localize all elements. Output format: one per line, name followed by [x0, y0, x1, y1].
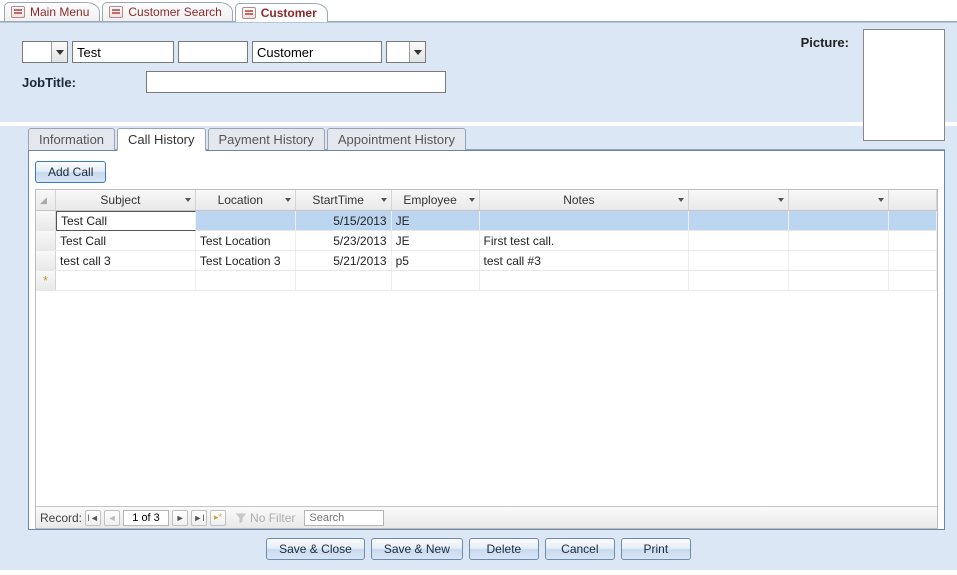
cell-subject[interactable]: Test Call: [56, 211, 196, 231]
filter-indicator: No Filter: [235, 511, 295, 525]
cell-notes[interactable]: test call #3: [480, 251, 690, 270]
window-tab-customer[interactable]: Customer: [235, 3, 328, 22]
cell-location[interactable]: Test Location 3: [196, 251, 296, 270]
cancel-button[interactable]: Cancel: [545, 538, 615, 560]
cell-empty[interactable]: [689, 231, 789, 250]
window-tab-label: Customer Search: [128, 5, 221, 19]
col-starttime[interactable]: StartTime: [296, 190, 392, 210]
col-employee[interactable]: Employee: [392, 190, 480, 210]
grid-header: ◢ Subject Location StartTime Employee No…: [36, 190, 937, 211]
cell-subject[interactable]: test call 3: [56, 251, 196, 270]
last-name-input[interactable]: [253, 42, 381, 62]
job-title-label: JobTitle:: [22, 75, 142, 90]
new-record-icon: *: [36, 271, 56, 290]
search-input[interactable]: [304, 510, 384, 526]
nav-last-button[interactable]: ►І: [191, 510, 207, 526]
title-combo[interactable]: [22, 41, 68, 63]
form-icon: [11, 6, 25, 18]
cell-employee[interactable]: JE: [392, 231, 480, 250]
job-title-input[interactable]: [146, 71, 446, 93]
form-tab-nav: Information Call History Payment History…: [0, 126, 957, 150]
picture-box[interactable]: [863, 29, 945, 141]
tab-information[interactable]: Information: [28, 128, 115, 150]
print-button[interactable]: Print: [621, 538, 691, 560]
call-history-panel: Add Call ◢ Subject Location StartTime Em…: [28, 150, 945, 530]
col-empty[interactable]: [789, 190, 889, 210]
middle-name-input[interactable]: [178, 41, 248, 63]
col-empty[interactable]: [689, 190, 789, 210]
first-name-input[interactable]: [73, 42, 173, 62]
tab-payment-history[interactable]: Payment History: [208, 128, 325, 150]
cell-empty[interactable]: [889, 231, 937, 250]
form-icon: [109, 6, 123, 18]
window-tab-label: Main Menu: [30, 5, 89, 19]
cell-subject[interactable]: Test Call: [56, 231, 196, 250]
table-row[interactable]: Test Call 5/15/2013JE: [36, 211, 937, 231]
col-empty[interactable]: [889, 190, 937, 210]
dropdown-icon[interactable]: [409, 42, 425, 62]
panel-container: Add Call ◢ Subject Location StartTime Em…: [0, 150, 957, 530]
record-navigator: Record: І◄ ◄ ► ►І ▸* No Filter: [36, 506, 937, 528]
col-location[interactable]: Location: [196, 190, 296, 210]
grid-body: Test Call5/15/2013JETest CallTest Locati…: [36, 211, 937, 506]
cell-employee[interactable]: p5: [392, 251, 480, 270]
row-selector[interactable]: [36, 251, 56, 270]
nav-next-button[interactable]: ►: [172, 510, 188, 526]
nav-prev-button[interactable]: ◄: [104, 510, 120, 526]
save-new-button[interactable]: Save & New: [371, 538, 463, 560]
row-selector[interactable]: [36, 211, 56, 230]
cell-starttime[interactable]: 5/23/2013: [296, 231, 392, 250]
record-label: Record:: [40, 511, 82, 525]
cell-employee[interactable]: JE: [392, 211, 480, 230]
first-name-combo[interactable]: [72, 41, 174, 63]
row-selector-header[interactable]: ◢: [36, 190, 56, 210]
window-tab-customer-search[interactable]: Customer Search: [102, 2, 232, 21]
cell-empty[interactable]: [789, 211, 889, 230]
record-position[interactable]: [123, 510, 169, 526]
title-input[interactable]: [23, 42, 51, 62]
form-icon: [242, 7, 256, 19]
call-grid: ◢ Subject Location StartTime Employee No…: [35, 189, 938, 529]
cell-location[interactable]: Test Location: [196, 231, 296, 250]
cell-empty[interactable]: [889, 211, 937, 230]
cell-location[interactable]: [196, 211, 296, 230]
funnel-icon: [235, 512, 247, 524]
cell-notes[interactable]: First test call.: [480, 231, 690, 250]
suffix-combo[interactable]: [386, 41, 426, 63]
nav-first-button[interactable]: І◄: [85, 510, 101, 526]
footer-actions: Save & Close Save & New Delete Cancel Pr…: [0, 530, 957, 570]
cell-starttime[interactable]: 5/15/2013: [296, 211, 392, 230]
cell-notes[interactable]: [480, 211, 690, 230]
add-call-button[interactable]: Add Call: [35, 161, 106, 183]
window-tab-label: Customer: [261, 6, 317, 20]
window-tabstrip: Main Menu Customer Search Customer: [0, 0, 957, 22]
save-close-button[interactable]: Save & Close: [266, 538, 365, 560]
table-row[interactable]: Test CallTest Location5/23/2013JEFirst t…: [36, 231, 937, 251]
cell-starttime[interactable]: 5/21/2013: [296, 251, 392, 270]
cell-empty[interactable]: [689, 211, 789, 230]
table-row[interactable]: test call 3Test Location 35/21/2013p5tes…: [36, 251, 937, 271]
cell-empty[interactable]: [889, 251, 937, 270]
delete-button[interactable]: Delete: [469, 538, 539, 560]
cell-empty[interactable]: [789, 251, 889, 270]
row-selector[interactable]: [36, 231, 56, 250]
window-tab-main-menu[interactable]: Main Menu: [4, 2, 100, 21]
last-name-combo[interactable]: [252, 41, 382, 63]
new-row[interactable]: *: [36, 271, 937, 291]
col-subject[interactable]: Subject: [56, 190, 196, 210]
col-notes[interactable]: Notes: [480, 190, 690, 210]
dropdown-icon[interactable]: [51, 42, 67, 62]
picture-label: Picture:: [801, 35, 849, 50]
customer-header: JobTitle: Picture:: [0, 22, 957, 122]
tab-call-history[interactable]: Call History: [117, 128, 205, 151]
cell-empty[interactable]: [689, 251, 789, 270]
tab-appointment-history[interactable]: Appointment History: [327, 128, 466, 150]
nav-new-button[interactable]: ▸*: [210, 510, 226, 526]
suffix-input[interactable]: [387, 42, 409, 62]
cell-empty[interactable]: [789, 231, 889, 250]
